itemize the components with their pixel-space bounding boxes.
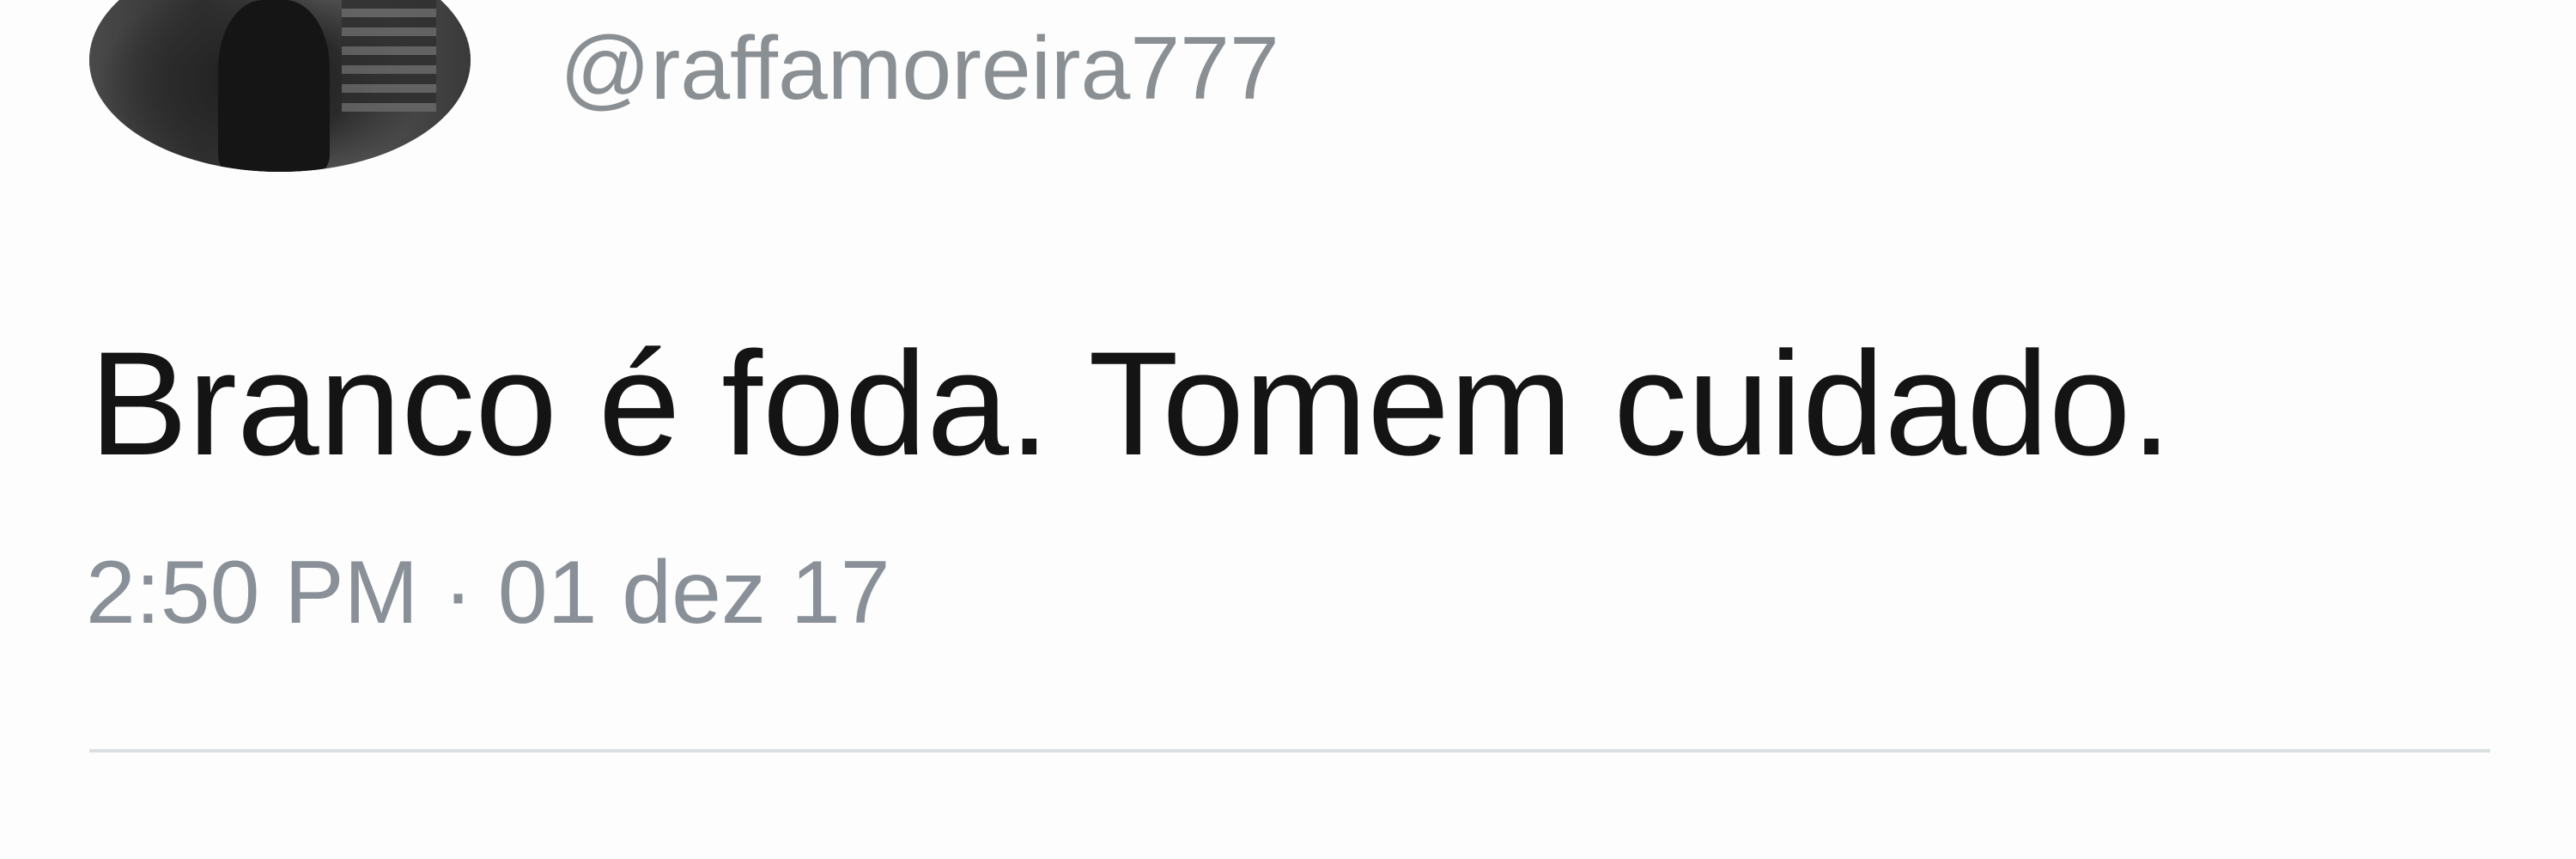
tweet-timestamp[interactable]: 2:50 PM · 01 dez 17	[86, 541, 890, 644]
divider	[89, 749, 2490, 752]
avatar[interactable]	[89, 0, 471, 172]
tweet-text: Branco é foda. Tomem cuidado.	[89, 321, 2172, 486]
avatar-background-detail	[342, 0, 436, 112]
avatar-figure	[218, 0, 330, 172]
tweet-card: @raffamoreira777 Branco é foda. Tomem cu…	[0, 0, 2576, 859]
user-handle[interactable]: @raffamoreira777	[560, 17, 1279, 120]
